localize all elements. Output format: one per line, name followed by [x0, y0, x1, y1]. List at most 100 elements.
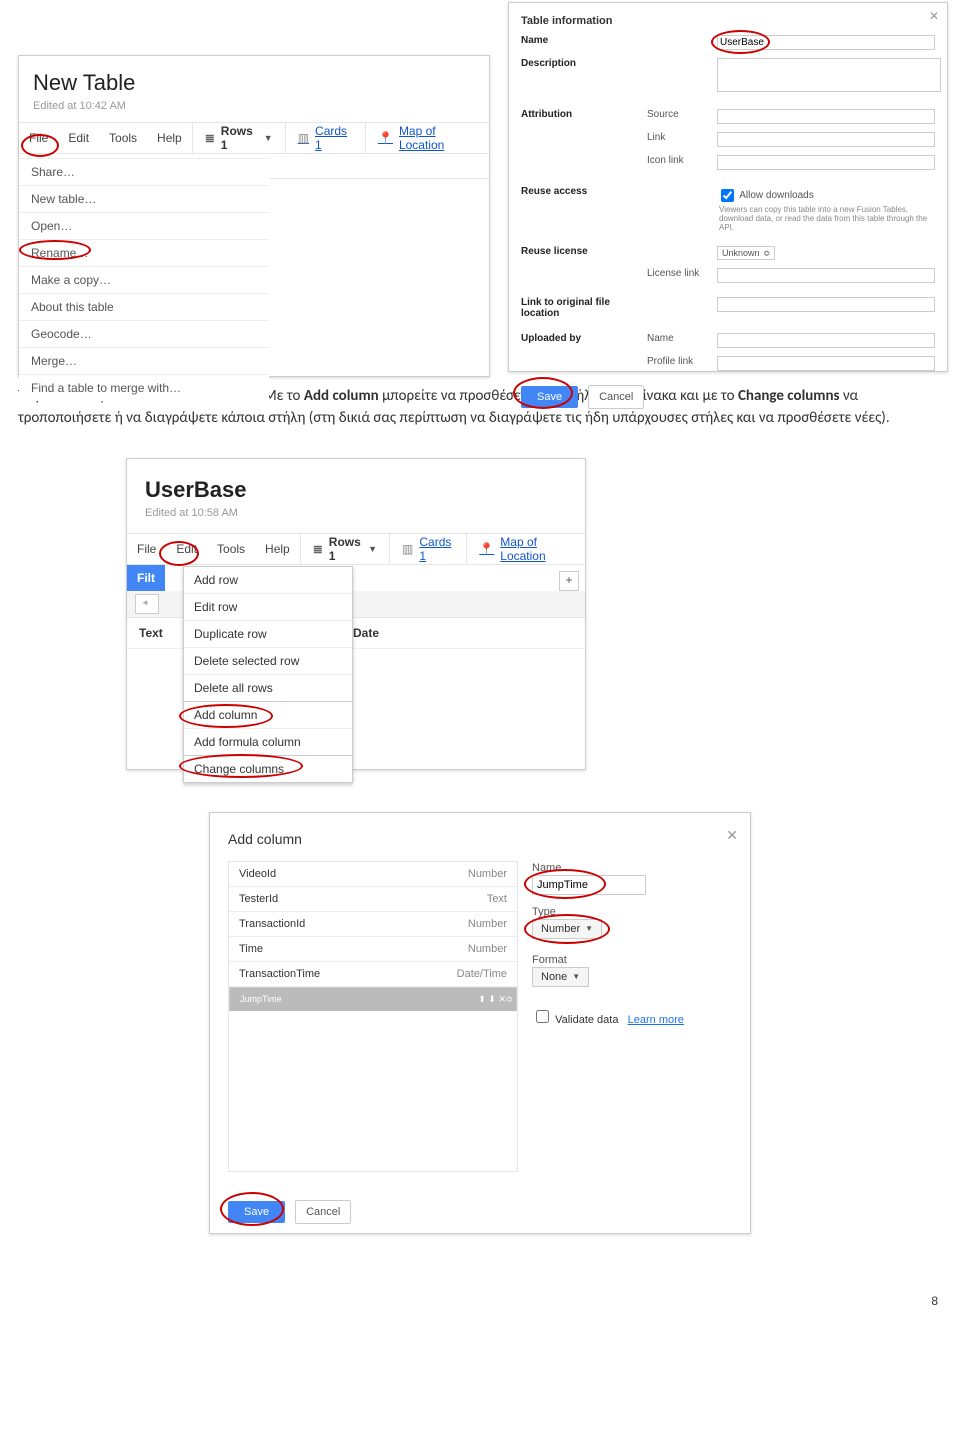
tab-rows-label: Rows 1	[221, 124, 258, 152]
desc-input[interactable]	[717, 58, 941, 92]
pin-icon: 📍	[378, 131, 393, 145]
prev-page-button[interactable]	[135, 594, 159, 614]
edited-label: Edited at 10:58 AM	[127, 507, 585, 533]
file-rename[interactable]: Rename	[19, 240, 269, 267]
edit-edit-row[interactable]: Edit row	[184, 594, 352, 621]
validate-checkbox[interactable]: Validate data	[532, 1014, 618, 1026]
edit-add-row[interactable]: Add row	[184, 567, 352, 594]
cancel-button[interactable]: Cancel	[295, 1200, 351, 1224]
format-select[interactable]: None▼	[532, 967, 589, 987]
menu-file[interactable]: File	[19, 123, 58, 153]
edited-label: Edited at 10:42 AM	[19, 100, 489, 122]
tab-rows-label: Rows 1	[329, 535, 362, 563]
type-label: Type	[532, 905, 732, 919]
add-tab-button[interactable]: +	[559, 571, 579, 591]
tab-cards[interactable]: ▥ Cards 1	[389, 534, 466, 564]
menu-file[interactable]: File	[127, 534, 166, 564]
upl-link-input[interactable]	[717, 356, 935, 371]
screenshot-file-menu: New Table Edited at 10:42 AM File Edit T…	[18, 55, 490, 377]
menu-help[interactable]: Help	[255, 534, 300, 564]
file-dropdown: Share New table Open Rename Make a copy …	[19, 158, 269, 401]
type-select[interactable]: Number▼	[532, 919, 602, 939]
uploadedby-label: Uploaded by	[509, 333, 647, 348]
allow-note: Viewers can copy this table into a new F…	[717, 205, 935, 232]
file-merge[interactable]: Merge	[19, 348, 269, 375]
col-row-selected[interactable]: JumpTime ⬆ ⬇ ✕	[229, 987, 517, 1011]
file-share[interactable]: Share	[19, 159, 269, 186]
tab-rows[interactable]: ≣ Rows 1 ▼	[300, 534, 389, 564]
name-label: Name	[532, 861, 732, 875]
tab-cards[interactable]: ▥ Cards 1	[285, 123, 365, 153]
col-row[interactable]: TesterIdText	[229, 887, 517, 912]
edit-change-columns[interactable]: Change columns	[184, 756, 352, 782]
file-find-merge[interactable]: Find a table to merge with	[19, 375, 269, 401]
save-button[interactable]: Save	[228, 1201, 285, 1223]
col-row[interactable]: TimeNumber	[229, 937, 517, 962]
file-new-table[interactable]: New table	[19, 186, 269, 213]
liclink-input[interactable]	[717, 268, 935, 283]
source-input[interactable]	[717, 109, 935, 124]
upl-link-label: Profile link	[647, 356, 717, 371]
link-label: Link	[647, 132, 717, 147]
caret-icon: ▼	[585, 924, 593, 933]
col-row[interactable]: TransactionTimeDate/Time	[229, 962, 517, 987]
cards-icon: ▥	[402, 542, 413, 556]
caret-icon: ▼	[368, 544, 377, 554]
filter-tab[interactable]: Filt	[127, 565, 165, 591]
page-number: 8	[0, 1294, 960, 1308]
file-geocode[interactable]: Geocode	[19, 321, 269, 348]
reuse-label: Reuse access	[509, 186, 647, 232]
tab-map[interactable]: 📍 Map of Location	[365, 123, 489, 153]
caret-icon: ▼	[572, 972, 580, 981]
tab-rows[interactable]: ≣ Rows 1 ▼	[192, 123, 285, 153]
cards-icon: ▥	[298, 131, 309, 145]
file-about[interactable]: About this table	[19, 294, 269, 321]
desc-label: Description	[509, 58, 647, 95]
rows-icon: ≣	[313, 542, 323, 556]
license-select[interactable]: Unknown	[717, 246, 775, 260]
cancel-button[interactable]: Cancel	[588, 385, 644, 409]
tab-map[interactable]: 📍 Map of Location	[466, 534, 585, 564]
edit-add-column[interactable]: Add column	[184, 702, 352, 729]
rows-icon: ≣	[205, 131, 215, 145]
learn-more-link[interactable]: Learn more	[628, 1014, 684, 1026]
tab-map-label: Map of Location	[399, 124, 477, 152]
edit-dup-row[interactable]: Duplicate row	[184, 621, 352, 648]
iconlink-label: Icon link	[647, 155, 717, 170]
section-title: Table information	[509, 3, 947, 31]
upl-name-input[interactable]	[717, 333, 935, 348]
file-open[interactable]: Open	[19, 213, 269, 240]
attr-label: Attribution	[509, 109, 647, 124]
name-input[interactable]	[532, 875, 646, 895]
edit-add-formula[interactable]: Add formula column	[184, 729, 352, 756]
dialog-title: Add column	[228, 831, 732, 861]
license-label: Reuse license	[509, 246, 647, 260]
menu-tools[interactable]: Tools	[99, 123, 147, 153]
main-toolbar: File Edit Tools Help ≣ Rows 1 ▼ ▥ Cards …	[19, 122, 489, 154]
edit-del-sel-row[interactable]: Delete selected row	[184, 648, 352, 675]
name-input[interactable]	[717, 35, 935, 50]
table-title: New Table	[19, 56, 489, 100]
link-input[interactable]	[717, 132, 935, 147]
menu-help[interactable]: Help	[147, 123, 192, 153]
screenshot-edit-menu: UserBase Edited at 10:58 AM File Edit To…	[126, 458, 586, 770]
source-label: Source	[647, 109, 717, 124]
format-label: Format	[532, 953, 732, 967]
edit-del-all-rows[interactable]: Delete all rows	[184, 675, 352, 702]
menu-edit[interactable]: Edit	[58, 123, 99, 153]
screenshot-table-info: ✕ Table information Name Description Att…	[508, 2, 948, 372]
upl-name-label: Name	[647, 333, 717, 348]
file-make-copy[interactable]: Make a copy	[19, 267, 269, 294]
save-button[interactable]: Save	[521, 386, 578, 408]
allow-downloads-checkbox[interactable]: Allow downloads	[717, 186, 935, 205]
menu-tools[interactable]: Tools	[207, 534, 255, 564]
col-row[interactable]: TransactionIdNumber	[229, 912, 517, 937]
close-icon[interactable]: ✕	[929, 9, 939, 23]
menu-edit[interactable]: Edit	[166, 534, 207, 564]
columns-list: VideoIdNumber TesterIdText TransactionId…	[228, 861, 518, 1172]
iconlink-input[interactable]	[717, 155, 935, 170]
tab-cards-label: Cards 1	[315, 124, 353, 152]
origfile-input[interactable]	[717, 297, 935, 312]
name-label: Name	[509, 35, 647, 50]
col-row[interactable]: VideoIdNumber	[229, 862, 517, 887]
